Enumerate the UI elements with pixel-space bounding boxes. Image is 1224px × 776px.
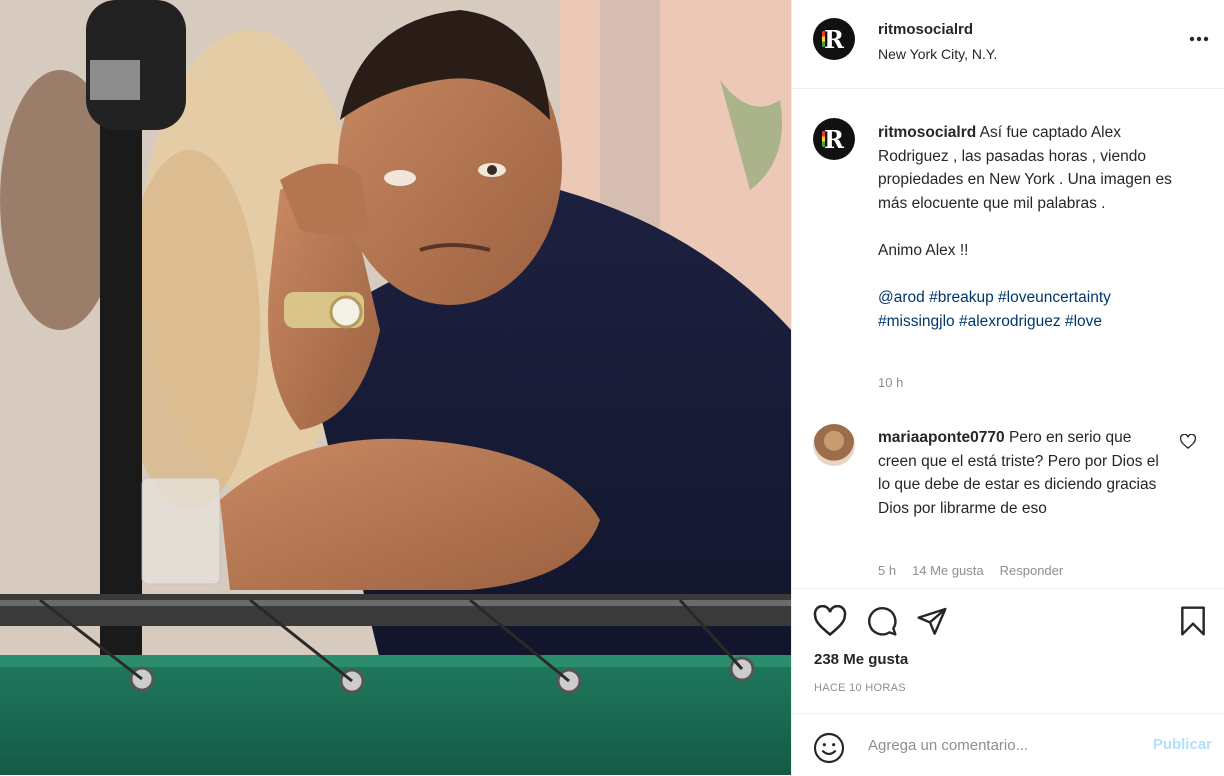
post-actions: 238 Me gusta HACE 10 HORAS — [792, 588, 1224, 714]
comment-icon — [868, 607, 897, 636]
hashtag-link[interactable]: #love — [1065, 313, 1102, 330]
comment-input[interactable] — [866, 730, 1140, 760]
caption-text: ritmosocialrd Así fue captado Alex Rodri… — [878, 121, 1178, 333]
post-location[interactable]: New York City, N.Y. — [878, 46, 997, 62]
emoji-button[interactable] — [813, 732, 845, 769]
post-side-panel: R ritmosocialrd New York City, N.Y. R ri… — [791, 0, 1224, 775]
emoji-icon — [813, 732, 845, 764]
caption-avatar[interactable]: R — [813, 118, 855, 160]
publish-button[interactable]: Publicar — [1153, 736, 1212, 753]
bookmark-icon — [1181, 606, 1205, 636]
post-photo[interactable] — [0, 0, 791, 775]
share-icon — [917, 607, 947, 635]
avatar[interactable]: R — [813, 18, 855, 60]
caption-timestamp[interactable]: 10 h — [878, 375, 903, 390]
hashtag-link[interactable]: #missingjlo — [878, 313, 955, 330]
post-username[interactable]: ritmosocialrd — [878, 21, 973, 38]
avatar-letter: R — [824, 24, 844, 54]
commenter-avatar[interactable] — [813, 424, 855, 466]
comment-likes-count[interactable]: 14 Me gusta — [912, 563, 984, 578]
comment-username[interactable]: mariaaponte0770 — [878, 429, 1005, 446]
likes-count[interactable]: 238 Me gusta — [814, 651, 908, 668]
comment-meta: 5 h 14 Me gusta Responder — [878, 563, 1063, 578]
avatar-color-stripe — [822, 31, 825, 47]
more-icon — [1189, 36, 1209, 42]
more-options-button[interactable] — [1186, 26, 1212, 52]
avatar-color-stripe — [822, 131, 825, 147]
hashtag-link[interactable]: #loveuncertainty — [998, 289, 1111, 306]
comment-text: mariaaponte0770 Pero en serio que creen … — [878, 426, 1174, 520]
add-comment-bar: Publicar — [792, 713, 1224, 776]
comment-like-button[interactable] — [1179, 433, 1197, 454]
comments-section: R ritmosocialrd Así fue captado Alex Rod… — [792, 88, 1224, 588]
like-button[interactable] — [813, 604, 847, 642]
hashtag-link[interactable]: #breakup — [929, 289, 994, 306]
hashtag-link[interactable]: @arod — [878, 289, 925, 306]
instagram-post-view: R ritmosocialrd New York City, N.Y. R ri… — [0, 0, 1224, 775]
reply-button[interactable]: Responder — [1000, 563, 1064, 578]
comment-timestamp[interactable]: 5 h — [878, 563, 896, 578]
share-button[interactable] — [916, 605, 948, 642]
post-age[interactable]: HACE 10 HORAS — [814, 682, 906, 694]
heart-icon — [1179, 433, 1197, 450]
caption-body: Así fue captado Alex Rodriguez , las pas… — [878, 124, 1172, 259]
save-button[interactable] — [1178, 605, 1208, 642]
caption-username[interactable]: ritmosocialrd — [878, 124, 976, 141]
avatar-letter: R — [824, 124, 844, 154]
hashtag-link[interactable]: #alexrodriguez — [959, 313, 1061, 330]
comment-button[interactable] — [866, 605, 898, 642]
photo-illustration — [0, 0, 791, 775]
heart-icon — [813, 604, 847, 637]
post-header: R ritmosocialrd New York City, N.Y. — [792, 0, 1224, 89]
